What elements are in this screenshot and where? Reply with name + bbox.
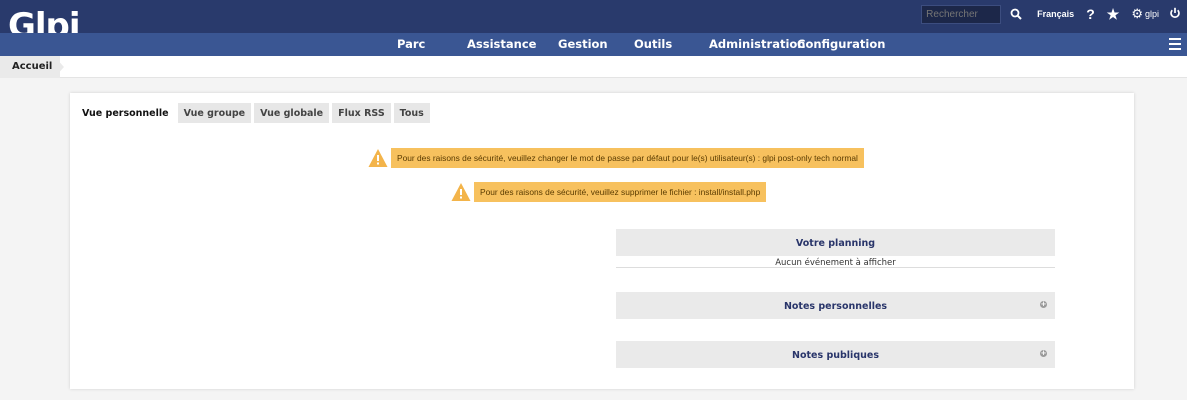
alert-text: Pour des raisons de sécurité, veuillez c…	[391, 148, 864, 168]
planning-box: Votre planning Aucun événement à affiche…	[616, 229, 1055, 268]
breadcrumb-home[interactable]: Accueil	[0, 56, 61, 78]
security-alert-password: Pour des raisons de sécurité, veuillez c…	[368, 148, 864, 168]
tab-tous[interactable]: Tous	[393, 103, 430, 123]
search-icon[interactable]	[1005, 5, 1027, 24]
help-icon[interactable]: ?	[1086, 7, 1095, 21]
public-notes-header[interactable]: Notes publiques +	[616, 341, 1055, 368]
personal-notes-title: Notes personnelles	[783, 301, 888, 312]
search-input[interactable]	[921, 4, 1002, 24]
plus-icon[interactable]: +	[1040, 301, 1047, 308]
user-menu[interactable]: ⚙ glpi	[1131, 6, 1159, 22]
menu-administration[interactable]: Administration	[709, 37, 806, 51]
menu-parc[interactable]: Parc	[397, 37, 425, 51]
star-icon[interactable]: ★	[1107, 7, 1120, 21]
planning-empty-message: Aucun événement à afficher	[616, 256, 1055, 268]
menu-configuration[interactable]: Configuration	[797, 37, 885, 51]
breadcrumb: Accueil	[0, 56, 1187, 78]
warning-icon	[451, 183, 471, 201]
power-icon[interactable]	[1169, 7, 1181, 21]
main-menu: Parc Assistance Gestion Outils Administr…	[0, 33, 1187, 56]
menu-outils[interactable]: Outils	[634, 37, 672, 51]
top-right-toolbar: Français ? ★ ⚙ glpi	[921, 0, 1187, 28]
personal-notes-box: Notes personnelles +	[616, 292, 1055, 319]
plus-icon[interactable]: +	[1040, 350, 1047, 357]
language-link[interactable]: Français	[1037, 9, 1074, 19]
menu-assistance[interactable]: Assistance	[467, 37, 536, 51]
tab-vue-personnelle[interactable]: Vue personnelle	[78, 103, 175, 123]
warning-icon	[368, 149, 388, 167]
gear-icon: ⚙	[1131, 6, 1143, 21]
planning-title[interactable]: Votre planning	[616, 229, 1055, 256]
hamburger-icon[interactable]	[1169, 38, 1181, 50]
security-alert-install: Pour des raisons de sécurité, veuillez s…	[451, 182, 767, 202]
tab-vue-globale[interactable]: Vue globale	[254, 103, 330, 123]
public-notes-box: Notes publiques +	[616, 341, 1055, 368]
menu-gestion[interactable]: Gestion	[558, 37, 608, 51]
user-name: glpi	[1144, 9, 1159, 19]
tab-bar: Vue personnelle Vue groupe Vue globale F…	[78, 103, 433, 123]
tab-vue-groupe[interactable]: Vue groupe	[177, 103, 252, 123]
breadcrumb-arrow	[54, 56, 64, 78]
alert-text: Pour des raisons de sécurité, veuillez s…	[474, 182, 767, 202]
tab-flux-rss[interactable]: Flux RSS	[332, 103, 391, 123]
personal-notes-header[interactable]: Notes personnelles +	[616, 292, 1055, 319]
public-notes-title: Notes publiques	[792, 350, 879, 361]
central-panel: Vue personnelle Vue groupe Vue globale F…	[70, 93, 1134, 389]
